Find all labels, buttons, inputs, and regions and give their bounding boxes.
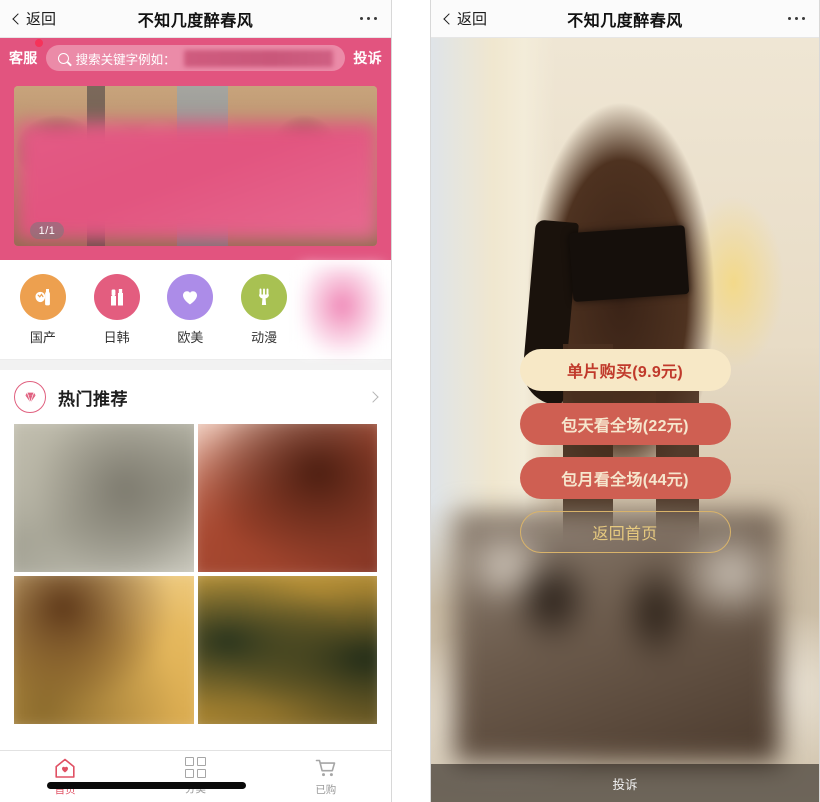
grid-item[interactable] [197,424,377,572]
grid-icon [184,757,206,778]
category-label: 动漫 [251,329,278,345]
buy-monthly-pass-button[interactable]: 包月看全场(44元) [519,457,731,499]
grid-item[interactable] [14,576,194,724]
left-navbar: 返回 不知几度醉春风 [0,0,391,38]
category-label: 日韩 [103,329,130,345]
search-strip: 客服 搜索关键字例如： 投诉 [0,38,391,78]
category-item-guochan[interactable]: 国产 [6,273,80,346]
hot-recommend-title: 热门推荐 [58,389,128,409]
dot [373,16,377,21]
screenshot-stage: 返回 不知几度醉春风 客服 搜索关键字例如： 投诉 1/1 国产 日韩 欧美 动… [0,0,820,802]
grid-cell [184,769,194,778]
grid-cell [196,769,206,778]
grid-item[interactable] [197,576,377,724]
category-item-dongman[interactable]: 动漫 [227,273,301,346]
section-divider [0,360,391,370]
left-phone-panel: 返回 不知几度醉春风 客服 搜索关键字例如： 投诉 1/1 国产 日韩 欧美 动… [0,0,392,802]
complaint-label: 投诉 [353,50,382,66]
chevron-left-icon [443,12,455,25]
lipstick-icon [93,273,140,320]
page-title: 不知几度醉春风 [137,12,254,30]
thumbnail-blurred [197,424,377,572]
tab-home[interactable]: 首页 [0,757,130,797]
banner-carousel[interactable]: 1/1 [14,86,377,246]
grid-cell [196,757,206,766]
banner-redacted-overlay [16,122,377,240]
category-item-oumei[interactable]: 欧美 [154,273,228,346]
video-player-area[interactable]: 单片购买(9.9元) 包天看全场(22元) 包月看全场(44元) 返回首页 投诉 [431,38,819,802]
cart-icon [315,759,336,776]
thumbnail-blurred [14,424,194,572]
category-row: 国产 日韩 欧美 动漫 [0,260,391,360]
bottom-tab-bar: 首页 分类 已购 [0,750,391,802]
dot [359,16,363,21]
buy-daily-pass-button[interactable]: 包天看全场(22元) [519,403,731,445]
back-label: 返回 [457,11,488,28]
banner-carousel-wrapper: 1/1 [0,78,391,260]
customer-service-label: 客服 [9,50,38,66]
category-item-rihan[interactable]: 日韩 [80,273,154,346]
chevron-left-icon [12,12,24,25]
complaint-bottom-bar[interactable]: 投诉 [431,764,819,802]
dot [787,16,791,21]
purchase-button-stack: 单片购买(9.9元) 包天看全场(22元) 包月看全场(44元) 返回首页 [431,349,819,553]
hot-recommend-header[interactable]: 热门推荐 [0,370,391,424]
category-redacted-region [301,265,383,354]
right-phone-panel: 返回 不知几度醉春风 单片购买(9.9元) 包天看全场(22元) 包月看全场(4… [430,0,820,802]
bottle-icon [19,273,66,320]
recommend-grid [0,424,391,724]
tab-label: 已购 [315,783,337,796]
more-dots-icon[interactable] [787,16,805,21]
thumbnail-blurred [14,576,194,724]
fork-icon [241,273,288,320]
thumbnail-blurred [197,576,377,724]
complaint-button[interactable]: 投诉 [353,48,382,68]
search-redacted-region [183,49,334,67]
dot [794,16,798,21]
home-heart-icon [55,758,75,778]
more-dots-icon[interactable] [359,16,377,21]
tab-purchased[interactable]: 已购 [261,757,391,797]
banner-page-indicator: 1/1 [30,222,64,239]
customer-service-button[interactable]: 客服 [9,39,43,68]
back-label: 返回 [26,11,57,28]
search-input[interactable]: 搜索关键字例如： [45,45,346,71]
category-label: 国产 [29,329,56,345]
category-label: 欧美 [177,329,204,345]
page-title: 不知几度醉春风 [567,12,683,30]
buy-single-button[interactable]: 单片购买(9.9元) [519,349,731,391]
tab-category[interactable]: 分类 [130,757,260,796]
right-navbar: 返回 不知几度醉春风 [431,0,819,38]
back-button[interactable]: 返回 [12,8,57,29]
search-placeholder: 搜索关键字例如： [75,52,176,67]
chevron-right-icon[interactable] [367,391,379,403]
notification-badge-dot [34,39,43,47]
back-button[interactable]: 返回 [443,8,488,29]
grid-item[interactable] [14,424,194,572]
dot [366,16,370,21]
search-icon [57,52,69,64]
dot [801,16,805,21]
blindfold [568,225,690,302]
grid-cell [184,757,194,766]
tab-label-redacted-bar [47,782,246,789]
diamond-icon [14,381,46,413]
heart-icon [167,273,214,320]
return-home-button[interactable]: 返回首页 [519,511,731,553]
